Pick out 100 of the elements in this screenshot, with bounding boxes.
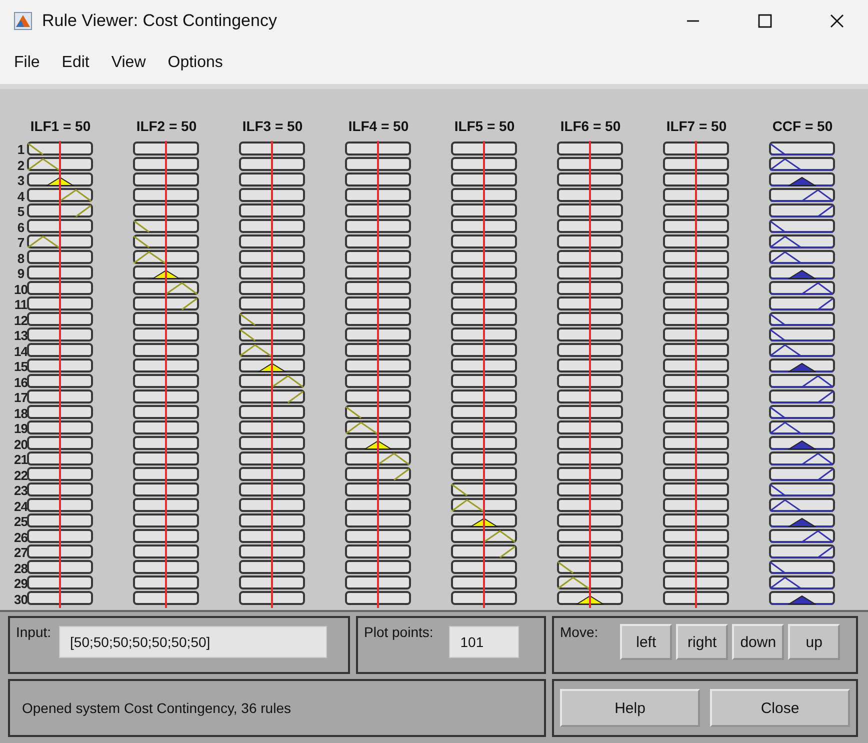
membership-plot bbox=[345, 374, 412, 388]
move-button[interactable]: up bbox=[788, 624, 840, 660]
membership-plot bbox=[451, 157, 518, 171]
membership-plot bbox=[451, 529, 518, 543]
membership-plot bbox=[451, 172, 518, 186]
membership-plot bbox=[345, 250, 412, 264]
membership-plot bbox=[769, 390, 836, 404]
membership-plot bbox=[451, 390, 518, 404]
membership-plot bbox=[345, 157, 412, 171]
membership-plot bbox=[451, 343, 518, 357]
menu-item[interactable]: Edit bbox=[62, 54, 90, 72]
membership-plot bbox=[133, 328, 200, 342]
membership-plot bbox=[239, 188, 306, 202]
membership-plot bbox=[557, 498, 624, 512]
variable-label: ILF2 = 50 bbox=[135, 117, 198, 136]
plot-points-field[interactable]: 101 bbox=[449, 626, 520, 658]
membership-plot bbox=[557, 452, 624, 466]
membership-plot bbox=[345, 390, 412, 404]
membership-plot bbox=[133, 467, 200, 481]
membership-plot bbox=[27, 529, 94, 543]
membership-plot bbox=[557, 405, 624, 419]
variable-label: ILF1 = 50 bbox=[29, 117, 92, 136]
membership-plot bbox=[27, 219, 94, 233]
move-button[interactable]: left bbox=[620, 624, 672, 660]
membership-plot bbox=[769, 312, 836, 326]
close-icon[interactable] bbox=[830, 14, 844, 28]
membership-plot bbox=[239, 343, 306, 357]
membership-plot bbox=[769, 405, 836, 419]
dialog-button[interactable]: Help bbox=[560, 689, 700, 727]
membership-plot bbox=[239, 452, 306, 466]
membership-plot bbox=[27, 328, 94, 342]
membership-plot bbox=[769, 296, 836, 310]
membership-plot bbox=[769, 157, 836, 171]
membership-plot bbox=[451, 420, 518, 434]
move-button[interactable]: down bbox=[732, 624, 784, 660]
membership-plot bbox=[133, 390, 200, 404]
membership-plot bbox=[769, 234, 836, 248]
rule-number: 16 bbox=[14, 374, 28, 390]
membership-plot bbox=[557, 591, 624, 605]
membership-plot bbox=[451, 358, 518, 372]
membership-plot bbox=[769, 420, 836, 434]
membership-plot bbox=[451, 591, 518, 605]
membership-plot bbox=[769, 358, 836, 372]
peak-icon bbox=[14, 12, 32, 30]
membership-plot bbox=[663, 498, 730, 512]
membership-plot bbox=[27, 390, 94, 404]
membership-plot bbox=[769, 374, 836, 388]
rule-number: 15 bbox=[14, 359, 28, 374]
membership-plot bbox=[663, 591, 730, 605]
membership-plot bbox=[345, 420, 412, 434]
input-field[interactable]: [50;50;50;50;50;50;50] bbox=[59, 626, 328, 658]
membership-plot bbox=[451, 296, 518, 310]
membership-plot bbox=[27, 467, 94, 481]
membership-plot bbox=[663, 204, 730, 218]
membership-plot bbox=[27, 482, 94, 496]
membership-plot bbox=[451, 328, 518, 342]
menu-item[interactable]: View bbox=[111, 54, 146, 72]
membership-plot bbox=[663, 157, 730, 171]
move-button[interactable]: right bbox=[676, 624, 728, 660]
membership-plot bbox=[557, 281, 624, 295]
membership-plot bbox=[663, 420, 730, 434]
rule-number: 20 bbox=[14, 436, 28, 452]
membership-plot bbox=[27, 544, 94, 558]
membership-plot bbox=[27, 514, 94, 528]
rule-number: 26 bbox=[14, 530, 28, 545]
membership-plot bbox=[769, 544, 836, 558]
rule-number: 24 bbox=[14, 498, 28, 514]
membership-plot bbox=[557, 420, 624, 434]
membership-plot bbox=[239, 420, 306, 434]
rule-number: 21 bbox=[14, 452, 28, 468]
membership-plot bbox=[345, 358, 412, 372]
rule-number: 13 bbox=[14, 328, 28, 344]
rule-number: 28 bbox=[14, 560, 28, 576]
membership-plot bbox=[133, 296, 200, 310]
membership-plot bbox=[345, 544, 412, 558]
membership-plot bbox=[557, 219, 624, 233]
rule-number: 27 bbox=[14, 545, 28, 560]
dialog-button[interactable]: Close bbox=[710, 689, 850, 727]
membership-plot bbox=[133, 591, 200, 605]
rule-number: 3 bbox=[17, 173, 24, 188]
membership-plot bbox=[27, 157, 94, 171]
membership-plot bbox=[27, 343, 94, 357]
membership-plot bbox=[663, 374, 730, 388]
input-label: Input: bbox=[16, 624, 52, 640]
membership-plot bbox=[451, 281, 518, 295]
membership-plot bbox=[133, 452, 200, 466]
membership-plot bbox=[557, 358, 624, 372]
membership-plot bbox=[239, 312, 306, 326]
maximize-icon[interactable] bbox=[758, 14, 772, 28]
variable-label: ILF3 = 50 bbox=[241, 117, 304, 136]
variable-label: ILF4 = 50 bbox=[347, 117, 410, 136]
menu-item[interactable]: File bbox=[14, 54, 40, 72]
membership-plot bbox=[663, 514, 730, 528]
membership-plot bbox=[239, 482, 306, 496]
membership-plot bbox=[663, 328, 730, 342]
membership-plot bbox=[451, 560, 518, 574]
membership-plot bbox=[663, 452, 730, 466]
variable-label: ILF7 = 50 bbox=[665, 117, 728, 136]
menu-item[interactable]: Options bbox=[168, 54, 223, 72]
membership-plot bbox=[239, 266, 306, 280]
